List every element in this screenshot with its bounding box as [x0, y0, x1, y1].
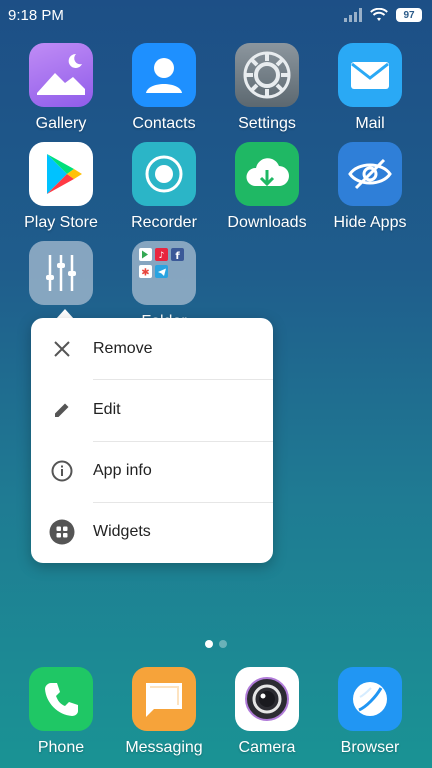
page-dot[interactable] — [219, 640, 227, 648]
menu-item-app-info[interactable]: App info — [31, 440, 273, 502]
svg-text:✱: ✱ — [141, 268, 149, 279]
menu-item-widgets[interactable]: Widgets — [31, 501, 273, 563]
status-time: 9:18 PM — [8, 6, 64, 24]
signal-icon — [344, 8, 362, 22]
phone-icon — [29, 667, 93, 731]
camera-icon — [235, 667, 299, 731]
app-label: Contacts — [132, 115, 196, 132]
dock-messaging[interactable]: Messaging — [114, 667, 214, 757]
recorder-icon — [132, 142, 196, 206]
app-label: Play Store — [24, 214, 98, 231]
status-bar: 9:18 PM 97 — [0, 0, 432, 30]
page-dot[interactable] — [205, 640, 213, 648]
menu-item-label: Widgets — [93, 523, 151, 541]
close-icon — [31, 339, 93, 359]
dock-browser[interactable]: Browser — [320, 667, 420, 757]
app-label: Downloads — [227, 214, 307, 231]
battery-icon: 97 — [396, 8, 422, 22]
menu-item-label: Edit — [93, 400, 121, 418]
menu-item-remove[interactable]: Remove — [31, 318, 273, 379]
dock-phone[interactable]: Phone — [11, 667, 111, 757]
app-label: Gallery — [35, 115, 87, 132]
app-downloads[interactable]: Downloads — [217, 142, 317, 232]
app-settings[interactable]: Settings — [217, 43, 317, 133]
downloads-icon — [235, 142, 299, 206]
app-label: Phone — [37, 739, 85, 756]
gallery-icon — [29, 43, 93, 107]
info-icon — [31, 460, 93, 482]
app-label: Hide Apps — [333, 214, 407, 231]
app-context-menu: Remove Edit App info Widgets — [31, 318, 273, 563]
app-contacts[interactable]: Contacts — [114, 43, 214, 133]
messaging-icon — [132, 667, 196, 731]
menu-item-edit[interactable]: Edit — [31, 379, 273, 440]
wifi-icon — [370, 8, 388, 21]
pencil-icon — [31, 400, 93, 420]
status-icons: 97 — [344, 8, 422, 22]
app-equalizer[interactable] — [11, 241, 111, 305]
contacts-icon — [132, 43, 196, 107]
app-label: Camera — [238, 739, 296, 756]
app-label: Recorder — [131, 214, 197, 231]
widgets-icon — [31, 519, 93, 545]
svg-text:f: f — [175, 251, 180, 262]
browser-icon — [338, 667, 402, 731]
equalizer-icon — [29, 241, 93, 305]
page-indicator — [0, 640, 432, 648]
app-play-store[interactable]: Play Store — [11, 142, 111, 232]
dock-camera[interactable]: Camera — [217, 667, 317, 757]
app-gallery[interactable]: Gallery — [11, 43, 111, 133]
app-label: Browser — [340, 739, 400, 756]
app-label: Messaging — [125, 739, 203, 756]
mail-icon — [338, 43, 402, 107]
app-label: Settings — [238, 115, 296, 132]
app-recorder[interactable]: Recorder — [114, 142, 214, 232]
menu-item-label: App info — [93, 462, 152, 480]
hide-apps-icon — [338, 142, 402, 206]
settings-icon — [235, 43, 299, 107]
play-store-icon — [29, 142, 93, 206]
app-label: Mail — [355, 115, 385, 132]
svg-text:♪: ♪ — [159, 251, 165, 261]
folder-icon: ♪ f ✱ — [132, 241, 196, 305]
menu-item-label: Remove — [93, 339, 153, 357]
app-mail[interactable]: Mail — [320, 43, 420, 133]
app-hide-apps[interactable]: Hide Apps — [320, 142, 420, 232]
